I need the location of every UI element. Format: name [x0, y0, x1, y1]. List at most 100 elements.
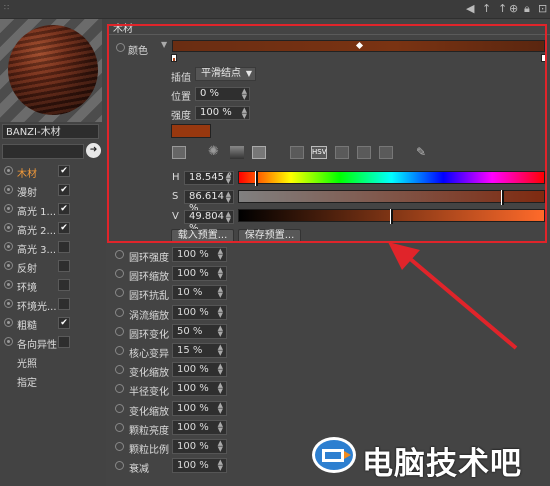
channel-checkbox[interactable]: ✔	[58, 184, 70, 196]
channel-item[interactable]: 反射	[0, 257, 102, 275]
expand-icon[interactable]: ⊡	[538, 2, 547, 15]
param-value-text: 100 %	[177, 268, 209, 280]
channel-radio[interactable]	[4, 280, 13, 289]
spinner-icon[interactable]: ▲ ▼	[218, 248, 223, 261]
channel-item[interactable]: 高光 1... ✔	[0, 200, 102, 218]
param-row: 颗粒比例 100 % ▲ ▼	[115, 438, 235, 456]
channel-item[interactable]: 环境光...	[0, 295, 102, 313]
param-value[interactable]: 100 % ▲ ▼	[172, 247, 227, 262]
watermark-text: 电脑技术吧	[362, 446, 522, 482]
param-label: 核心变异	[129, 349, 169, 360]
channel-radio[interactable]	[4, 185, 13, 194]
param-radio[interactable]	[115, 365, 124, 375]
param-radio[interactable]	[115, 288, 124, 298]
param-value-text: 100 %	[177, 364, 209, 376]
param-radio[interactable]	[115, 346, 124, 355]
channel-item[interactable]: 环境	[0, 276, 102, 294]
channel-checkbox[interactable]: ✔	[58, 165, 70, 177]
channel-checkbox[interactable]: ✔	[58, 222, 70, 234]
channel-label: 各向异性	[17, 340, 57, 351]
spinner-icon[interactable]: ▲ ▼	[218, 344, 223, 357]
param-row: 圆环强度 100 % ▲ ▼	[115, 246, 235, 264]
pin-icon[interactable]: ⊕	[509, 2, 518, 15]
param-value[interactable]: 100 % ▲ ▼	[172, 458, 227, 474]
channel-checkbox[interactable]	[58, 298, 70, 310]
param-radio[interactable]	[115, 422, 124, 432]
channel-checkbox[interactable]	[58, 336, 70, 348]
spinner-icon[interactable]: ▲ ▼	[218, 267, 223, 280]
channel-checkbox[interactable]	[58, 279, 70, 291]
forward-arrow-icon[interactable]: ↑	[498, 2, 507, 15]
channel-item[interactable]: 光照	[0, 352, 102, 370]
channel-checkbox[interactable]	[58, 241, 70, 253]
param-label: 圆环抗乱	[129, 291, 169, 303]
param-radio[interactable]	[115, 326, 124, 336]
channel-item[interactable]: 高光 3...	[0, 238, 102, 256]
channel-item[interactable]: 木材 ✔	[0, 162, 102, 180]
param-value[interactable]: 100 % ▲ ▼	[172, 381, 227, 397]
spinner-icon[interactable]: ▲ ▼	[218, 286, 223, 299]
param-value[interactable]: 15 % ▲ ▼	[172, 343, 227, 358]
channel-item[interactable]: 各向异性	[0, 333, 102, 351]
param-radio[interactable]	[115, 461, 124, 471]
channel-checkbox[interactable]	[58, 260, 70, 272]
spinner-icon[interactable]: ▲ ▼	[218, 324, 223, 337]
spinner-icon[interactable]: ▲ ▼	[218, 382, 223, 395]
channel-radio[interactable]	[4, 242, 13, 251]
spinner-icon[interactable]: ▲ ▼	[218, 440, 223, 453]
up-arrow-icon[interactable]: ↑	[482, 2, 491, 15]
param-row: 变化缩放 100 % ▲ ▼	[115, 400, 235, 418]
preview-sphere	[8, 25, 98, 115]
param-radio[interactable]	[115, 442, 124, 451]
pointer-icon[interactable]: ➜	[86, 143, 101, 158]
param-value[interactable]: 100 % ▲ ▼	[172, 439, 227, 454]
spinner-icon[interactable]: ▲ ▼	[218, 305, 223, 318]
param-radio[interactable]	[115, 269, 124, 279]
channel-item[interactable]: 漫射 ✔	[0, 181, 102, 199]
channel-label: 木材	[17, 169, 37, 180]
param-label: 圆环缩放	[129, 272, 169, 284]
param-row: 圆环抗乱 10 % ▲ ▼	[115, 284, 235, 302]
grip-icon: ∷	[4, 3, 11, 12]
param-label: 圆环强度	[129, 253, 169, 264]
channel-label: 指定	[17, 378, 37, 389]
spinner-icon[interactable]: ▲ ▼	[218, 420, 223, 433]
channel-radio[interactable]	[4, 223, 13, 232]
param-radio[interactable]	[115, 250, 124, 259]
material-preview	[0, 19, 102, 122]
channel-radio[interactable]	[4, 337, 13, 346]
channel-item[interactable]: 粗糙 ✔	[0, 314, 102, 332]
param-value[interactable]: 100 % ▲ ▼	[172, 419, 227, 435]
channel-radio[interactable]	[4, 318, 13, 327]
channel-item[interactable]: 高光 2... ✔	[0, 219, 102, 237]
param-value[interactable]: 10 % ▲ ▼	[172, 285, 227, 301]
channel-label: 光照	[17, 359, 37, 370]
param-row: 涡流缩放 100 % ▲ ▼	[115, 304, 235, 322]
param-radio[interactable]	[115, 403, 124, 413]
channel-checkbox[interactable]: ✔	[58, 203, 70, 215]
highlight-box	[107, 24, 547, 243]
param-value[interactable]: 50 % ▲ ▼	[172, 323, 227, 339]
spinner-icon[interactable]: ▲ ▼	[218, 401, 223, 414]
back-arrow-icon[interactable]: ◀	[466, 2, 474, 15]
param-radio[interactable]	[115, 307, 124, 317]
lock-icon[interactable]: 🔒︎	[524, 2, 530, 16]
watermark-logo-icon	[312, 437, 356, 473]
param-radio[interactable]	[115, 384, 124, 394]
channel-radio[interactable]	[4, 261, 13, 270]
channel-radio[interactable]	[4, 166, 13, 175]
filter-input[interactable]	[2, 144, 84, 159]
channel-radio[interactable]	[4, 299, 13, 308]
channel-item[interactable]: 指定	[0, 371, 102, 389]
param-value[interactable]: 100 % ▲ ▼	[172, 362, 227, 378]
channel-radio[interactable]	[4, 204, 13, 213]
param-value[interactable]: 100 % ▲ ▼	[172, 304, 227, 320]
spinner-icon[interactable]: ▲ ▼	[218, 363, 223, 376]
param-row: 圆环缩放 100 % ▲ ▼	[115, 265, 235, 283]
param-value-text: 10 %	[177, 287, 203, 299]
material-name[interactable]: BANZI-木材	[2, 124, 99, 139]
spinner-icon[interactable]: ▲ ▼	[218, 459, 223, 472]
channel-checkbox[interactable]: ✔	[58, 317, 70, 329]
param-value[interactable]: 100 % ▲ ▼	[172, 266, 227, 282]
param-value[interactable]: 100 % ▲ ▼	[172, 400, 227, 416]
